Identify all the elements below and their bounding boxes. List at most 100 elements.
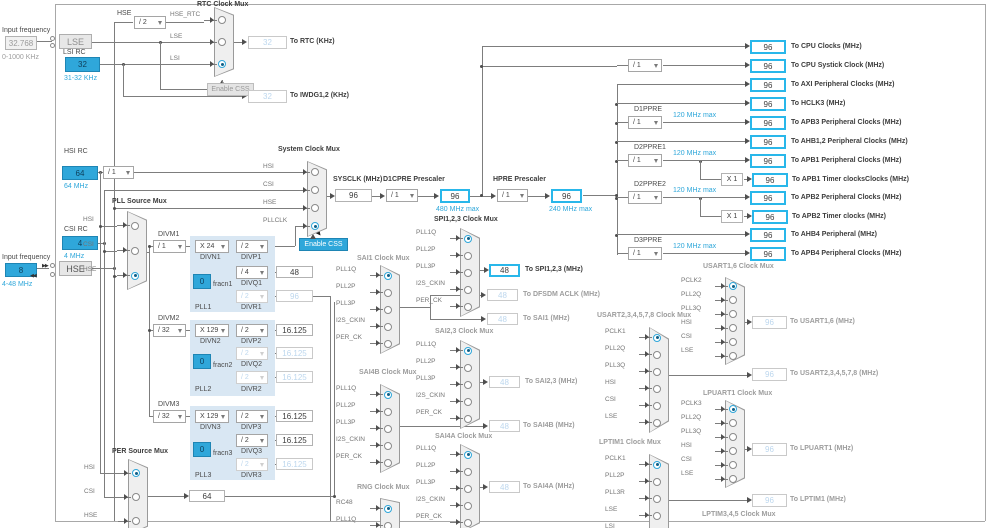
hpre-select[interactable]: / 1 — [497, 189, 528, 202]
mux-radio[interactable] — [464, 518, 472, 527]
divn2-select[interactable]: X 129 — [195, 324, 229, 337]
mux-radio[interactable] — [384, 305, 392, 314]
mux-radio[interactable] — [653, 494, 661, 503]
mux-radio[interactable] — [464, 414, 472, 423]
divr3-select[interactable]: / 2 — [236, 458, 268, 471]
mux-radio[interactable] — [729, 405, 737, 413]
lsi-value-box[interactable]: 32 — [65, 57, 100, 72]
mux-radio[interactable] — [729, 447, 737, 455]
mux-radio[interactable] — [653, 367, 661, 376]
mux-radio[interactable] — [464, 397, 472, 406]
mux-radio[interactable] — [464, 484, 472, 493]
mux-radio[interactable] — [464, 380, 472, 389]
mux-radio[interactable] — [464, 346, 472, 355]
mux-radio[interactable] — [729, 352, 737, 360]
mux-radio[interactable] — [653, 384, 661, 393]
mux-radio[interactable] — [218, 38, 226, 46]
mux-radio[interactable] — [653, 460, 661, 469]
mux-radio[interactable] — [464, 363, 472, 372]
fracn1-box[interactable]: 0 — [193, 274, 211, 289]
lse-oscillator-button[interactable]: LSE — [59, 34, 92, 49]
divq1-select[interactable]: / 4 — [236, 266, 268, 279]
sai23-mux-title: SAI2,3 Clock Mux — [435, 328, 494, 335]
divq2-select[interactable]: / 2 — [236, 347, 268, 360]
mux-radio[interactable] — [729, 338, 737, 346]
mux-radio[interactable] — [729, 296, 737, 304]
prescaler-select[interactable]: / 1 — [628, 59, 662, 72]
mux-radio[interactable] — [131, 271, 139, 280]
mux-radio[interactable] — [464, 268, 472, 277]
mux-radio[interactable] — [311, 222, 319, 230]
mux-radio[interactable] — [218, 60, 226, 68]
prescaler-select[interactable]: / 1 — [628, 116, 662, 129]
mux-radio[interactable] — [384, 407, 392, 416]
mux-radio[interactable] — [384, 424, 392, 433]
mux-radio[interactable] — [729, 310, 737, 318]
divn3-select[interactable]: X 129 — [195, 410, 229, 423]
prescaler-select[interactable]: / 1 — [628, 154, 662, 167]
divm1-select[interactable]: / 1 — [153, 240, 186, 253]
mux-radio[interactable] — [464, 302, 472, 311]
mux-radio[interactable] — [653, 350, 661, 359]
mux-input-label: CSI — [681, 332, 692, 340]
divn1-select[interactable]: X 24 — [195, 240, 229, 253]
rtc-hse-divider-select[interactable]: / 2 — [134, 16, 166, 29]
mux-radio[interactable] — [131, 246, 139, 255]
mux-radio[interactable] — [384, 504, 392, 513]
fracn3-box[interactable]: 0 — [193, 442, 211, 457]
mux-radio[interactable] — [464, 234, 472, 243]
divp1-select[interactable]: / 2 — [236, 240, 268, 253]
mux-radio[interactable] — [464, 285, 472, 294]
mux-radio[interactable] — [384, 271, 392, 280]
mux-radio[interactable] — [311, 204, 319, 212]
clock-value-box: 96 — [750, 228, 786, 242]
mux-radio[interactable] — [384, 458, 392, 467]
divr2-select[interactable]: / 2 — [236, 371, 268, 384]
mux-radio[interactable] — [653, 333, 661, 342]
enable-css-button-system[interactable]: Enable CSS — [299, 238, 348, 251]
prescaler-select[interactable]: / 1 — [628, 247, 662, 260]
mux-radio[interactable] — [384, 339, 392, 348]
mux-input-label: HSI — [605, 379, 616, 386]
mux-radio[interactable] — [729, 282, 737, 290]
mux-radio[interactable] — [132, 493, 140, 501]
prescaler-select[interactable]: / 1 — [628, 191, 662, 204]
mux-input-row: PLL1Q — [416, 341, 472, 359]
mux-radio[interactable] — [132, 517, 140, 525]
divp3-select[interactable]: / 2 — [236, 410, 268, 423]
mux-radio[interactable] — [311, 168, 319, 176]
mux-radio[interactable] — [729, 461, 737, 469]
divm2-select[interactable]: / 32 — [153, 324, 186, 337]
mux-radio[interactable] — [218, 16, 226, 24]
mux-radio[interactable] — [653, 418, 661, 427]
mux-radio[interactable] — [729, 419, 737, 427]
lse-input-frequency-field[interactable]: 32.768 — [5, 36, 37, 50]
fracn2-box[interactable]: 0 — [193, 354, 211, 369]
mux-radio[interactable] — [384, 390, 392, 399]
mux-radio[interactable] — [464, 251, 472, 260]
hsi-divider-select[interactable]: / 1 — [103, 166, 134, 179]
divm3-select[interactable]: / 32 — [153, 410, 186, 423]
mux-radio[interactable] — [729, 433, 737, 441]
mux-radio[interactable] — [311, 186, 319, 194]
mux-radio[interactable] — [729, 475, 737, 483]
mux-radio[interactable] — [464, 501, 472, 510]
mux-radio[interactable] — [464, 467, 472, 476]
enable-css-button-rtc[interactable]: Enable CSS — [207, 83, 254, 96]
divr1-select[interactable]: / 2 — [236, 290, 268, 303]
mux-radio[interactable] — [729, 324, 737, 332]
mux-radio[interactable] — [384, 322, 392, 331]
mux-radio[interactable] — [131, 221, 139, 230]
mux-radio[interactable] — [384, 441, 392, 450]
divp2-select[interactable]: / 2 — [236, 324, 268, 337]
hsi-value-box[interactable]: 64 — [62, 166, 98, 180]
divq3-select[interactable]: / 2 — [236, 434, 268, 447]
mux-radio[interactable] — [464, 450, 472, 459]
mux-radio[interactable] — [384, 521, 392, 528]
mux-radio[interactable] — [132, 469, 140, 477]
mux-radio[interactable] — [653, 511, 661, 520]
d1cpre-select[interactable]: / 1 — [386, 189, 418, 202]
mux-radio[interactable] — [384, 288, 392, 297]
mux-radio[interactable] — [653, 477, 661, 486]
mux-radio[interactable] — [653, 401, 661, 410]
